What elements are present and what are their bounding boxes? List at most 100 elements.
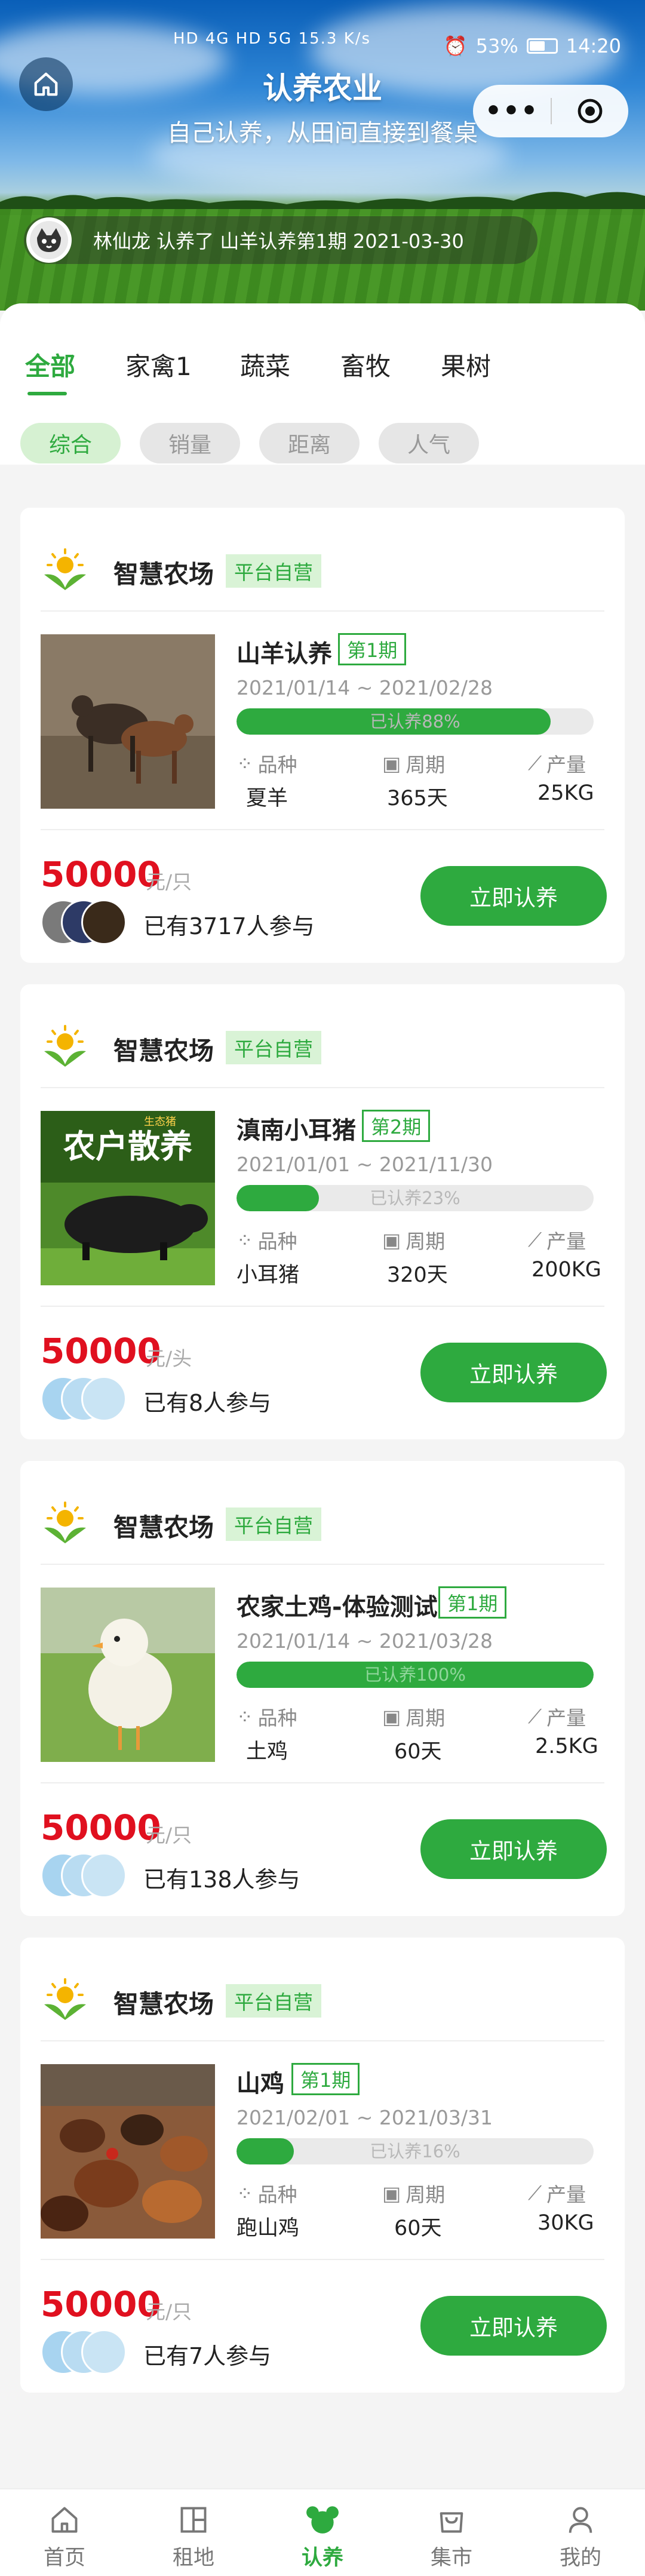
tab-poultry[interactable]: 家禽1 — [125, 346, 192, 383]
progress-text: 已认养16% — [370, 2141, 460, 2161]
progress-text: 已认养88% — [370, 711, 460, 732]
nav-adopt[interactable]: 认养 — [258, 2499, 387, 2571]
divider — [41, 1782, 604, 1783]
nav-market[interactable]: 集市 — [387, 2499, 516, 2571]
product-card[interactable]: 智慧农场 平台自营 山羊认养 第1期 2021/01/14 ~ 2021/02/… — [20, 508, 625, 963]
tab-livestock[interactable]: 畜牧 — [340, 346, 391, 383]
shopping-bag-icon — [440, 2512, 463, 2533]
nav-mine-label: 我的 — [559, 2546, 601, 2570]
divider — [41, 1306, 604, 1307]
nav-mine[interactable]: 我的 — [516, 2499, 645, 2571]
sort-sales[interactable]: 销量 — [140, 423, 240, 463]
calendar-icon: ▣ — [382, 751, 401, 775]
divider — [41, 829, 604, 830]
farm-name: 智慧农场 — [113, 1036, 214, 1066]
period-badge: 第2期 — [362, 1110, 431, 1142]
clock: 14:20 — [566, 35, 621, 57]
chart-icon: ⟋ — [528, 751, 542, 775]
period-badge: 第1期 — [438, 1586, 507, 1619]
product-name: 滇南小耳猪 — [236, 1117, 356, 1144]
nav-home-label: 首页 — [43, 2546, 85, 2570]
participant-avatars — [41, 2329, 130, 2375]
participant-avatars — [41, 1376, 130, 1421]
product-image[interactable] — [41, 634, 215, 809]
period-badge: 第1期 — [291, 2063, 360, 2095]
sort-comprehensive[interactable]: 综合 — [20, 423, 121, 463]
adopt-now-button[interactable]: 立即认养 — [420, 1343, 607, 1402]
breed-value: 小耳猪 — [236, 1263, 300, 1287]
adopt-now-button[interactable]: 立即认养 — [420, 866, 607, 926]
price: 50000 — [41, 854, 161, 895]
category-tabs: 全部 家禽1 蔬菜 畜牧 果树 — [0, 303, 645, 399]
adopt-now-button[interactable]: 立即认养 — [420, 2296, 607, 2356]
self-operated-tag: 平台自营 — [226, 1984, 321, 2018]
nav-rent-land-label: 租地 — [172, 2546, 214, 2570]
adoption-progress-bar: 已认养100% — [236, 1662, 594, 1688]
output-value: 200KG — [532, 1258, 601, 1282]
breed-label: ⁘ 品种 — [236, 1705, 297, 1730]
self-operated-tag: 平台自营 — [226, 1031, 321, 1064]
battery-icon — [526, 38, 558, 54]
sort-distance[interactable]: 距离 — [259, 423, 360, 463]
adoption-dates: 2021/01/01 ~ 2021/11/30 — [236, 1153, 493, 1176]
farm-name: 智慧农场 — [113, 1989, 214, 2019]
self-operated-tag: 平台自营 — [226, 554, 321, 588]
farm-logo-icon — [44, 548, 86, 590]
output-value: 30KG — [538, 2211, 594, 2235]
adoption-dates: 2021/02/01 ~ 2021/03/31 — [236, 2106, 493, 2129]
adoption-progress-bar: 已认养88% — [236, 708, 594, 735]
product-card[interactable]: 智慧农场 平台自营 山鸡 第1期 2021/02/01 ~ 2021/03/31… — [20, 1938, 625, 2393]
breed-label: ⁘ 品种 — [236, 1228, 297, 1254]
progress-text: 已认养23% — [370, 1188, 460, 1208]
chart-icon: ⟋ — [528, 1228, 542, 1251]
farm-logo-icon — [44, 1502, 86, 1543]
adoption-ticker[interactable]: 林仙龙 认养了 山羊认养第1期 2021-03-30 — [24, 216, 538, 264]
thumb-calligraphy: 农户散养 — [63, 1127, 192, 1165]
more-button[interactable]: ••• — [473, 85, 551, 137]
participant-avatars — [41, 1853, 130, 1898]
price: 50000 — [41, 1807, 161, 1848]
product-image[interactable] — [41, 1588, 215, 1762]
product-name: 山鸡 — [236, 2070, 284, 2098]
avatar — [81, 1376, 127, 1421]
price: 50000 — [41, 2284, 161, 2325]
calendar-icon: ▣ — [382, 1228, 401, 1252]
price-unit: 元/只 — [146, 1823, 192, 1847]
price-unit: 元/只 — [146, 870, 192, 894]
product-image[interactable] — [41, 2064, 215, 2239]
output-label: ⟋ 产量 — [528, 751, 586, 776]
participant-count: 已有138人参与 — [143, 1866, 300, 1893]
adopt-now-button[interactable]: 立即认养 — [420, 1819, 607, 1879]
mickey-icon — [306, 2506, 339, 2534]
breed-value: 跑山鸡 — [236, 2216, 300, 2240]
breed-label: ⁘ 品种 — [236, 2181, 297, 2207]
farm-name: 智慧农场 — [113, 1513, 214, 1542]
user-avatar-icon — [30, 221, 68, 259]
farm-name: 智慧农场 — [113, 560, 214, 589]
target-icon — [578, 99, 603, 124]
nav-home[interactable]: 首页 — [0, 2499, 129, 2571]
nav-rent-land[interactable]: 租地 — [129, 2499, 258, 2571]
product-card[interactable]: 智慧农场 平台自营 农家土鸡-体验测试 第1期 2021/01/14 ~ 202… — [20, 1461, 625, 1916]
sort-popularity[interactable]: 人气 — [379, 423, 479, 463]
output-label: ⟋ 产量 — [528, 1705, 586, 1730]
pheasant-photo — [41, 2064, 215, 2239]
goat-photo — [41, 634, 215, 809]
pig-photo: 农户散养 生态猪 — [41, 1111, 215, 1285]
cycle-value: 60天 — [394, 1740, 442, 1764]
cycle-label: ▣ 周期 — [382, 2181, 446, 2207]
participant-count: 已有3717人参与 — [143, 913, 315, 939]
product-image[interactable]: 农户散养 生态猪 — [41, 1111, 215, 1285]
user-icon — [569, 2507, 592, 2533]
chart-icon: ⟋ — [528, 1705, 542, 1728]
progress-text: 已认养100% — [364, 1665, 466, 1685]
output-value: 2.5KG — [535, 1734, 598, 1758]
active-tab-indicator — [27, 392, 67, 395]
grid-icon: ⁘ — [236, 2181, 253, 2205]
product-card[interactable]: 智慧农场 平台自营 农户散养 生态猪 滇南小耳猪 第2期 2021/01/01 … — [20, 984, 625, 1439]
close-mini-program-button[interactable] — [552, 97, 628, 125]
tab-all[interactable]: 全部 — [25, 346, 75, 383]
grid-icon — [180, 2507, 207, 2533]
tab-fruit-trees[interactable]: 果树 — [441, 346, 491, 383]
tab-vegetables[interactable]: 蔬菜 — [240, 346, 290, 383]
